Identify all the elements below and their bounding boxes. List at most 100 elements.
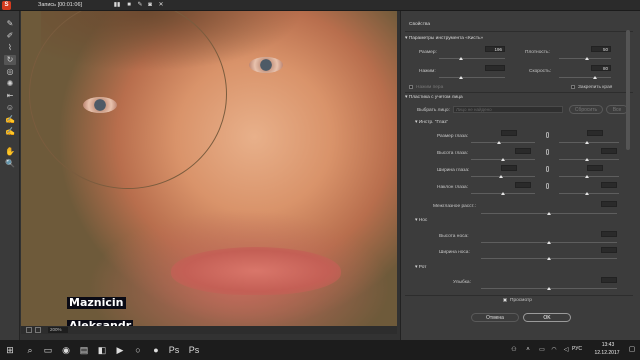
language-indicator[interactable]: РУС — [572, 346, 582, 352]
select-face-label: Выбрать лицо: — [417, 108, 450, 113]
eye-height-left-input[interactable] — [515, 148, 531, 154]
eye-height-label: Высота глаза: — [437, 151, 469, 156]
nose-section-header[interactable]: ▾ Нос — [415, 218, 427, 223]
watermark-line1: Maznicin — [67, 296, 126, 309]
clock-time[interactable]: 13:43 — [596, 342, 620, 348]
zoom-tool-icon[interactable]: 🔍 — [4, 159, 16, 169]
eye-size-right-slider[interactable] — [559, 142, 619, 143]
all-button[interactable]: Все — [606, 105, 628, 114]
close-recorder-button[interactable]: ✕ — [157, 2, 165, 9]
chrome-icon[interactable]: ◉ — [60, 344, 72, 356]
pin-edges-checkbox[interactable] — [571, 85, 575, 89]
pause-icon[interactable]: ▮▮ — [113, 2, 121, 9]
photoshop-icon[interactable]: Ps — [168, 344, 180, 356]
brush-section-header[interactable]: ▾ Параметры инструмента «Кисть» — [405, 36, 483, 41]
preview-checkbox[interactable] — [503, 298, 507, 302]
camera-icon[interactable]: ◙ — [146, 2, 154, 9]
properties-panel: Свойства ▾ Параметры инструмента «Кисть»… — [400, 11, 640, 340]
file-explorer-icon[interactable]: ▤ — [78, 344, 90, 356]
image-canvas[interactable] — [21, 11, 397, 326]
pucker-tool-icon[interactable]: ◎ — [4, 67, 16, 77]
eye-width-label: Ширина глаза: — [437, 168, 470, 173]
reset-button[interactable]: Сбросить — [569, 105, 603, 114]
panel-scrollbar[interactable] — [626, 30, 630, 150]
link-icon[interactable] — [546, 132, 549, 138]
recorder-icon[interactable]: ● — [150, 344, 162, 356]
notifications-icon[interactable]: ▢ — [626, 344, 638, 356]
link-icon[interactable] — [546, 149, 549, 155]
face-tool-icon[interactable]: ☺ — [4, 103, 16, 113]
pressure-label: Нажим: — [419, 69, 436, 74]
eye-height-right-input[interactable] — [601, 148, 617, 154]
smile-input[interactable] — [601, 277, 617, 283]
stylus-pressure-checkbox[interactable] — [409, 85, 413, 89]
eye-size-left-slider[interactable] — [471, 142, 535, 143]
nose-width-label: Ширина носа: — [439, 250, 470, 255]
twirl-tool-icon[interactable]: ↻ — [4, 55, 16, 65]
hand-tool-icon[interactable]: ✋ — [4, 147, 16, 157]
eye-height-right-slider[interactable] — [559, 159, 619, 160]
clock-date[interactable]: 12.12.2017 — [592, 350, 622, 356]
opera-icon[interactable]: ○ — [132, 344, 144, 356]
reconstruct-tool-icon[interactable]: ✐ — [4, 31, 16, 41]
size-input[interactable]: 196 — [485, 46, 505, 52]
eye-tilt-left-input[interactable] — [515, 182, 531, 188]
tray-chevron-icon[interactable]: ˄ — [522, 344, 534, 356]
smooth-tool-icon[interactable]: ⌇ — [4, 43, 16, 53]
eye-width-left-input[interactable] — [501, 165, 517, 171]
eye-distance-label: Межглазное расст.: — [433, 204, 476, 209]
cancel-button[interactable]: Отмена — [471, 313, 519, 322]
eye-size-label: Размер глаза: — [437, 134, 469, 139]
density-label: Плотность: — [525, 50, 550, 55]
bloat-tool-icon[interactable]: ✺ — [4, 79, 16, 89]
forward-warp-tool-icon[interactable]: ✎ — [4, 19, 16, 29]
nose-height-input[interactable] — [601, 231, 617, 237]
tray-battery-icon[interactable]: ▭ — [536, 344, 548, 356]
push-left-tool-icon[interactable]: ⇤ — [4, 91, 16, 101]
eye-width-left-slider[interactable] — [471, 176, 535, 177]
recorder-logo: S — [2, 1, 11, 10]
store-icon[interactable]: ◧ — [96, 344, 108, 356]
eye-width-right-input[interactable] — [587, 165, 603, 171]
search-icon[interactable]: ⌕ — [24, 344, 36, 356]
freeze-mask-tool-icon[interactable]: ✍ — [4, 115, 16, 125]
eye-tilt-right-slider[interactable] — [559, 193, 619, 194]
pin-edges-label: Закрепить края — [578, 85, 613, 90]
nose-height-label: Высота носа: — [439, 234, 469, 239]
link-icon[interactable] — [546, 183, 549, 189]
tray-volume-icon[interactable]: ◁ — [560, 344, 572, 356]
stop-icon[interactable]: ■ — [125, 2, 133, 9]
right-eye — [249, 57, 283, 73]
media-player-icon[interactable]: ▶ — [114, 344, 126, 356]
pressure-input[interactable] — [485, 65, 505, 71]
tray-people-icon[interactable]: ⚇ — [508, 344, 520, 356]
ok-button[interactable]: OK — [523, 313, 571, 322]
zoom-in-button[interactable] — [35, 327, 41, 333]
zoom-out-button[interactable] — [26, 327, 32, 333]
select-face-dropdown[interactable]: Лицо не найдено — [453, 106, 563, 113]
task-view-icon[interactable]: ▭ — [42, 344, 54, 356]
mouth-section-header[interactable]: ▾ Рот — [415, 265, 427, 270]
eye-width-right-slider[interactable] — [559, 176, 619, 177]
size-slider[interactable] — [439, 58, 505, 59]
photoshop-icon[interactable]: Ps — [188, 344, 200, 356]
rate-slider[interactable] — [559, 77, 611, 78]
link-icon[interactable] — [546, 166, 549, 172]
density-slider[interactable] — [559, 58, 611, 59]
density-input[interactable]: 50 — [591, 46, 611, 52]
stylus-pressure-label: Нажим пера — [416, 85, 444, 90]
thaw-mask-tool-icon[interactable]: ✍ — [4, 127, 16, 137]
eye-distance-input[interactable] — [601, 201, 617, 207]
eye-tilt-right-input[interactable] — [601, 182, 617, 188]
eyes-section-header[interactable]: ▾ Инстр. "Глаз" — [415, 120, 448, 125]
pen-icon[interactable]: ✎ — [136, 2, 144, 9]
tray-network-icon[interactable]: ◠ — [548, 344, 560, 356]
rate-input[interactable]: 80 — [591, 65, 611, 71]
nose-width-input[interactable] — [601, 247, 617, 253]
pressure-slider[interactable] — [439, 77, 505, 78]
zoom-value[interactable]: 200% — [48, 327, 68, 333]
windows-icon[interactable]: ⊞ — [4, 344, 16, 356]
face-section-header[interactable]: ▾ Пластика с учетом лица — [405, 95, 463, 100]
eye-size-left-input[interactable] — [501, 130, 517, 136]
eye-size-right-input[interactable] — [587, 130, 603, 136]
